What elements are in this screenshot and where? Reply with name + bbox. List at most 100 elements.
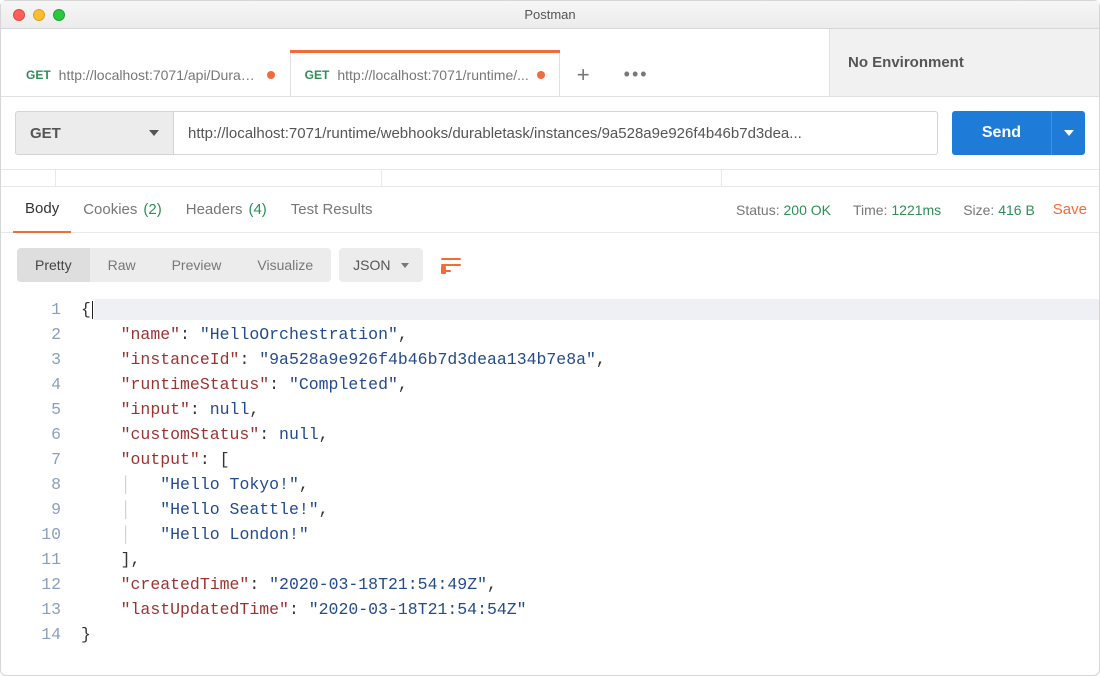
environment-label: No Environment [848,54,964,71]
code-content: │ "Hello Seattle!", [81,497,1099,522]
line-number: 1 [1,297,81,322]
view-raw[interactable]: Raw [90,248,154,282]
code-content: ], [81,547,1099,572]
code-content: { [81,297,1099,322]
size-value: 416 B [998,202,1035,218]
tab-test-results[interactable]: Test Results [279,187,385,233]
code-line: 7 "output": [ [1,447,1099,472]
code-line: 4 "runtimeStatus": "Completed", [1,372,1099,397]
line-number: 4 [1,372,81,397]
window-title: Postman [1,7,1099,22]
tab-body[interactable]: Body [13,187,71,233]
line-number: 3 [1,347,81,372]
line-number: 5 [1,397,81,422]
tab-headers[interactable]: Headers (4) [174,187,279,233]
body-view-modes: Pretty Raw Preview Visualize [17,248,331,282]
tab-headers-label: Headers [186,201,243,218]
status-label: Status: [736,202,780,218]
line-number: 12 [1,572,81,597]
new-tab-button[interactable]: + [560,52,607,96]
headers-count: (4) [248,201,266,218]
code-line: 6 "customStatus": null, [1,422,1099,447]
section-divider [1,169,1099,187]
code-content: "input": null, [81,397,1099,422]
code-content: "createdTime": "2020-03-18T21:54:49Z", [81,572,1099,597]
response-tabs: Body Cookies (2) Headers (4) Test Result… [1,187,1099,233]
tab-method: GET [26,68,51,82]
http-method-select[interactable]: GET [15,111,173,155]
line-number: 11 [1,547,81,572]
http-method-value: GET [30,125,61,142]
code-line: 2 "name": "HelloOrchestration", [1,322,1099,347]
size-label: Size: [963,202,994,218]
tab-cookies-label: Cookies [83,201,137,218]
code-line: 12 "createdTime": "2020-03-18T21:54:49Z"… [1,572,1099,597]
request-tab-1[interactable]: GET http://localhost:7071/runtime/... [290,52,560,96]
line-number: 9 [1,497,81,522]
code-line: 3 "instanceId": "9a528a9e926f4b46b7d3dea… [1,347,1099,372]
chevron-down-icon [401,263,409,268]
code-content: │ "Hello London!" [81,522,1099,547]
body-language-select[interactable]: JSON [339,248,422,282]
tab-overflow-button[interactable]: ••• [607,52,666,96]
status-value: 200 OK [784,202,831,218]
code-content: "instanceId": "9a528a9e926f4b46b7d3deaa1… [81,347,1099,372]
send-dropdown-button[interactable] [1051,111,1085,155]
wrap-lines-button[interactable] [431,247,471,283]
url-input[interactable]: http://localhost:7071/runtime/webhooks/d… [173,111,938,155]
environment-selector[interactable]: No Environment [829,29,1099,96]
code-line: 13 "lastUpdatedTime": "2020-03-18T21:54:… [1,597,1099,622]
request-tab-0[interactable]: GET http://localhost:7071/api/Durab... [11,52,290,96]
line-number: 8 [1,472,81,497]
code-content: "customStatus": null, [81,422,1099,447]
code-content: "lastUpdatedTime": "2020-03-18T21:54:54Z… [81,597,1099,622]
body-toolbar: Pretty Raw Preview Visualize JSON [1,233,1099,293]
chevron-down-icon [149,130,159,136]
code-line: 11 ], [1,547,1099,572]
code-content: } [81,622,1099,647]
code-line: 5 "input": null, [1,397,1099,422]
line-number: 14 [1,622,81,647]
code-line: 9 │ "Hello Seattle!", [1,497,1099,522]
tab-label: http://localhost:7071/api/Durab... [59,67,259,83]
tab-cookies[interactable]: Cookies (2) [71,187,174,233]
time-label: Time: [853,202,887,218]
request-bar: GET http://localhost:7071/runtime/webhoo… [1,97,1099,169]
line-number: 13 [1,597,81,622]
view-pretty[interactable]: Pretty [17,248,90,282]
code-content: "output": [ [81,447,1099,472]
send-button[interactable]: Send [952,111,1051,155]
wrap-icon [441,257,461,273]
body-language-value: JSON [353,257,390,273]
tab-label: http://localhost:7071/runtime/... [337,67,528,83]
view-preview[interactable]: Preview [154,248,240,282]
unsaved-dot-icon [267,71,275,79]
code-line: 10 │ "Hello London!" [1,522,1099,547]
time-value: 1221ms [891,202,941,218]
chevron-down-icon [1064,130,1074,136]
line-number: 7 [1,447,81,472]
code-line: 14} [1,622,1099,647]
tab-method: GET [305,68,330,82]
view-visualize[interactable]: Visualize [239,248,331,282]
line-number: 10 [1,522,81,547]
save-response-button[interactable]: Save [1053,201,1087,218]
line-number: 2 [1,322,81,347]
send-button-group: Send [952,111,1085,155]
code-content: "runtimeStatus": "Completed", [81,372,1099,397]
response-body-code[interactable]: 1{2 "name": "HelloOrchestration",3 "inst… [1,293,1099,647]
unsaved-dot-icon [537,71,545,79]
url-value: http://localhost:7071/runtime/webhooks/d… [188,125,802,142]
tab-test-results-label: Test Results [291,201,373,218]
code-line: 8 │ "Hello Tokyo!", [1,472,1099,497]
titlebar: Postman [1,1,1099,29]
line-number: 6 [1,422,81,447]
top-bar: GET http://localhost:7071/api/Durab... G… [1,29,1099,97]
code-content: │ "Hello Tokyo!", [81,472,1099,497]
cookies-count: (2) [143,201,161,218]
code-line: 1{ [1,297,1099,322]
request-tabs: GET http://localhost:7071/api/Durab... G… [1,29,829,96]
code-content: "name": "HelloOrchestration", [81,322,1099,347]
tab-body-label: Body [25,200,59,217]
response-status: Status: 200 OK Time: 1221ms Size: 416 B [736,202,1035,218]
